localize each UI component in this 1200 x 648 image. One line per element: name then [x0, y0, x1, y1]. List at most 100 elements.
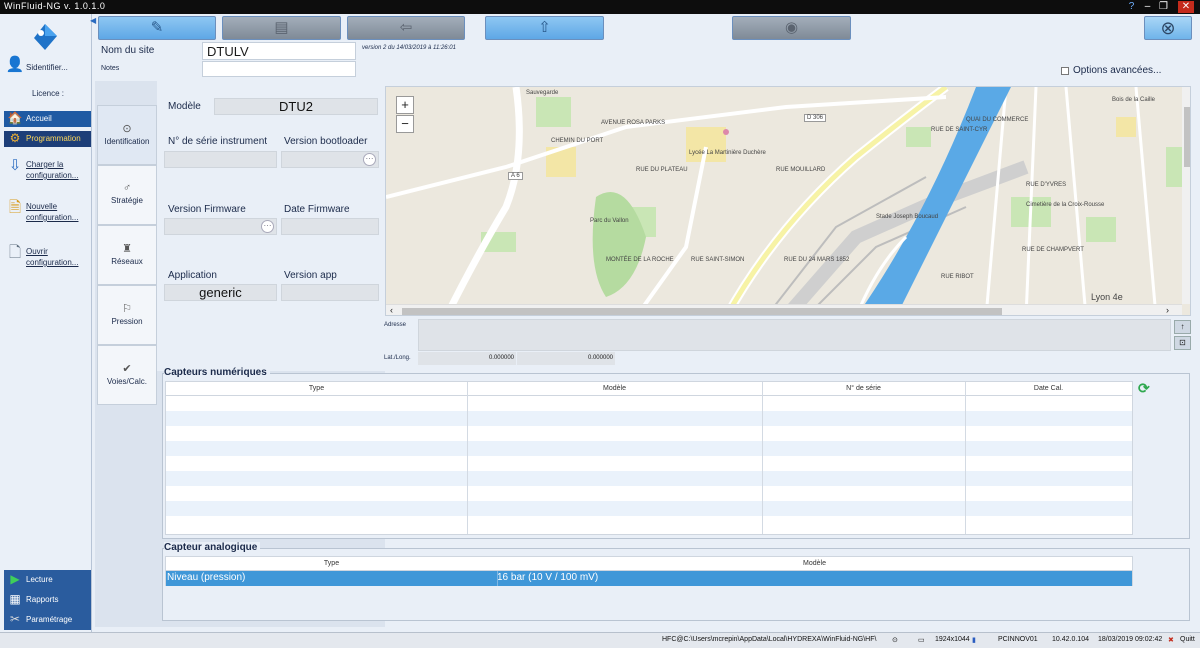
map-label: RUE MOUILLARD — [776, 167, 826, 173]
minimize-button[interactable]: – — [1141, 1, 1154, 13]
new-file-icon: 🗎 — [8, 199, 22, 216]
nav-lecture[interactable]: ▶ Lecture — [4, 572, 91, 589]
table-row[interactable] — [166, 501, 1132, 516]
table-row[interactable] — [166, 516, 1132, 531]
digital-sensors-title: Capteurs numériques — [164, 367, 270, 378]
map-vertical-scrollbar[interactable] — [1182, 87, 1190, 304]
zoom-out-button[interactable]: − — [396, 115, 414, 133]
scroll-left-icon[interactable]: ‹ — [390, 305, 393, 315]
close-window-button[interactable]: ✕ — [1178, 1, 1194, 13]
longitude-field: 0.000000 — [517, 352, 615, 365]
tab-reseaux[interactable]: ♜ Réseaux — [97, 225, 157, 285]
advanced-options-checkbox[interactable] — [1061, 67, 1069, 75]
status-computer: PCINNOV01 — [998, 636, 1038, 643]
map-label: Parc du Vallon — [590, 218, 629, 224]
nav-nouvelle-configuration[interactable]: 🗎 Nouvelle configuration... — [4, 199, 91, 225]
table-row[interactable]: Niveau (pression) 16 bar (10 V / 100 mV) — [166, 571, 1132, 586]
column-header[interactable]: Type — [166, 385, 467, 392]
notes-field[interactable] — [202, 61, 356, 77]
table-row[interactable] — [166, 396, 1132, 411]
column-divider — [497, 571, 498, 586]
map-label: CHEMIN DU PORT — [551, 138, 604, 144]
site-name-field[interactable]: DTULV — [202, 42, 356, 60]
table-row[interactable] — [166, 426, 1132, 441]
zoom-in-button[interactable]: + — [396, 96, 414, 114]
restore-button[interactable]: ❐ — [1157, 1, 1170, 13]
analog-sensor-table: Type Modèle Niveau (pression) 16 bar (10… — [165, 556, 1133, 586]
table-row[interactable] — [166, 471, 1132, 486]
firmware-ellipsis-button[interactable]: ··· — [261, 220, 274, 233]
identify-button[interactable]: 👤 Sidentifier... — [4, 56, 91, 80]
tab-identification[interactable]: ⊙ Identification — [97, 105, 157, 165]
title-bar: WinFluid-NG v. 1.0.1.0 ? – ❐ ✕ — [0, 0, 1200, 14]
serie-value — [164, 151, 277, 168]
close-circle-icon: ⊗ — [1160, 18, 1176, 38]
map-label: Cimetière de la Croix-Rousse — [1026, 202, 1105, 208]
nav-parametrage[interactable]: ✂ Paramétrage — [4, 612, 91, 629]
column-header[interactable]: Date Cal. — [965, 385, 1132, 392]
table-row[interactable] — [166, 486, 1132, 501]
application-value: generic — [164, 284, 277, 301]
map-label: Lyon 4e — [1091, 292, 1123, 302]
scroll-thumb[interactable] — [1184, 107, 1190, 167]
table-row[interactable] — [166, 456, 1132, 471]
column-header[interactable]: N° de série — [762, 385, 965, 392]
scroll-right-icon[interactable]: › — [1166, 305, 1169, 315]
scroll-thumb[interactable] — [402, 308, 1002, 315]
network-icon: ⊙ — [892, 637, 898, 644]
address-label: Adresse — [384, 322, 407, 328]
chart-icon: ▦ — [9, 592, 21, 606]
exit-button[interactable]: ⊗ — [1144, 16, 1192, 40]
column-header[interactable]: Modèle — [467, 385, 762, 392]
table-row[interactable] — [166, 441, 1132, 456]
map-label: RUE RIBOT — [941, 274, 974, 280]
collapse-arrow-icon[interactable]: ◀ — [90, 16, 96, 25]
edit-button[interactable]: ✎ — [98, 16, 216, 40]
quit-icon[interactable]: ✖ — [1168, 636, 1174, 644]
row-type: Niveau (pression) — [167, 572, 246, 583]
save-button[interactable]: ▤ — [222, 16, 341, 40]
refresh-icon[interactable]: ⟳ — [1138, 380, 1150, 397]
nav-rapports[interactable]: ▦ Rapports — [4, 592, 91, 609]
nav-programmation-label: Programmation — [26, 134, 81, 143]
download-arrow-icon: ⇩ — [8, 157, 22, 174]
nav-charger-configuration[interactable]: ⇩ Charger la configuration... — [4, 157, 91, 183]
upload-button[interactable]: ⇧ — [485, 16, 604, 40]
status-bar: HFC@C:\Users\mcrepin\AppData\Local\HYDRE… — [0, 632, 1200, 648]
upload-arrow-icon: ⇧ — [538, 19, 551, 36]
map-label: Stade Joseph Boucaud — [876, 214, 939, 220]
back-arrow-icon: ⇦ — [399, 19, 413, 36]
status-resolution: 1924x1044 — [935, 636, 970, 643]
address-up-button[interactable]: ↑ — [1174, 320, 1191, 334]
help-icon[interactable]: ? — [1125, 1, 1138, 13]
bootloader-field: ··· — [281, 151, 379, 168]
identification-icon: ⊙ — [122, 123, 132, 135]
version-app-label: Version app — [284, 270, 337, 281]
column-header[interactable]: Modèle — [497, 560, 1132, 567]
map-label: RUE D'YVRES — [1026, 182, 1067, 188]
tab-voies-calc[interactable]: ✔ Voies/Calc. — [97, 345, 157, 405]
map-view[interactable]: Sauvegarde AVENUE ROSA PARKS CHEMIN DU P… — [385, 86, 1191, 316]
user-icon: 👤 — [5, 56, 25, 73]
bootloader-ellipsis-button[interactable]: ··· — [363, 153, 376, 166]
column-header[interactable]: Type — [166, 560, 497, 567]
nav-ouvrir-configuration[interactable]: 🗋 Ouvrir configuration... — [4, 244, 91, 270]
table-row[interactable] — [166, 411, 1132, 426]
channels-icon: ✔ — [122, 363, 132, 375]
address-field[interactable] — [418, 319, 1171, 351]
disabled-action-button[interactable]: ◉ — [732, 16, 851, 40]
map-label: RUE DU PLATEAU — [636, 167, 688, 173]
pencil-icon: ✎ — [150, 19, 164, 36]
identify-label: Sidentifier... — [26, 63, 68, 72]
tab-pression[interactable]: ⚐ Pression — [97, 285, 157, 345]
geolocate-icon[interactable]: ⊡ — [1174, 336, 1191, 350]
nav-programmation[interactable]: ⚙ Programmation — [4, 131, 91, 147]
back-button[interactable]: ⇦ — [347, 16, 465, 40]
gears-icon: ⚙ — [9, 131, 21, 145]
latitude-field: 0.000000 — [418, 352, 516, 365]
quit-label[interactable]: Quitt — [1180, 636, 1195, 643]
tab-strategie[interactable]: ♂ Stratégie — [97, 165, 157, 225]
nav-accueil[interactable]: 🏠 Accueil — [4, 111, 91, 127]
latlong-label: Lat./Long. — [384, 355, 411, 361]
map-horizontal-scrollbar[interactable]: ‹ › — [386, 304, 1182, 315]
